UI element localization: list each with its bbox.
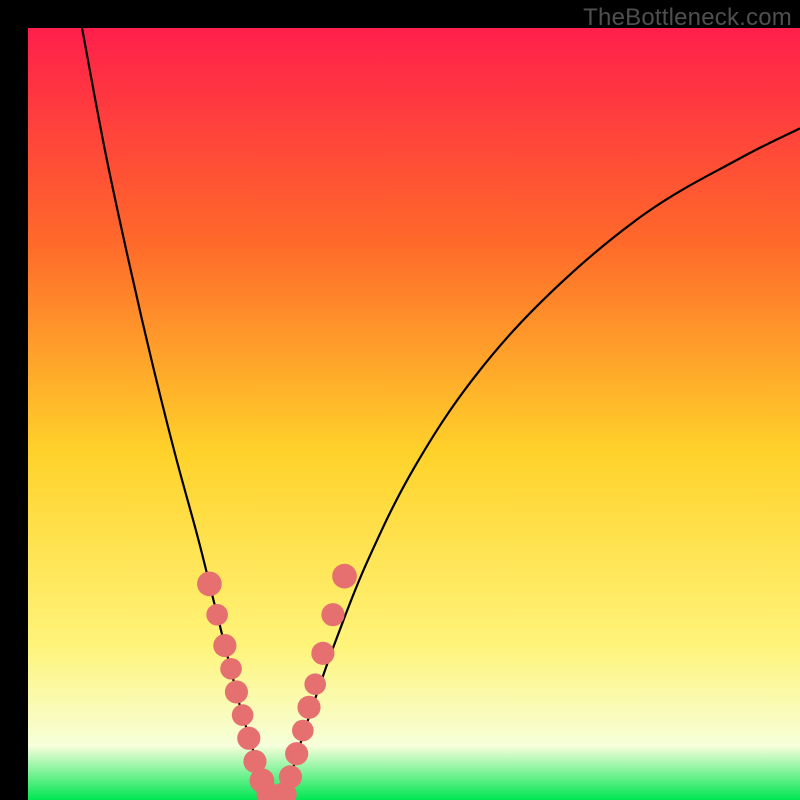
data-marker: [311, 642, 334, 665]
data-marker: [332, 564, 357, 589]
data-marker: [292, 720, 314, 742]
data-marker: [225, 680, 248, 703]
data-marker: [237, 727, 260, 750]
data-marker: [232, 704, 254, 726]
data-marker: [213, 634, 236, 657]
plot-area: [28, 28, 800, 800]
chart-svg: [28, 28, 800, 800]
data-marker: [206, 604, 228, 626]
data-marker: [285, 742, 308, 765]
data-marker: [321, 603, 344, 626]
chart-frame: TheBottleneck.com: [0, 0, 800, 800]
gradient-background: [28, 28, 800, 800]
data-marker: [297, 696, 320, 719]
data-marker: [220, 658, 242, 680]
data-marker: [197, 571, 222, 596]
data-marker: [279, 765, 302, 788]
data-marker: [304, 673, 326, 695]
